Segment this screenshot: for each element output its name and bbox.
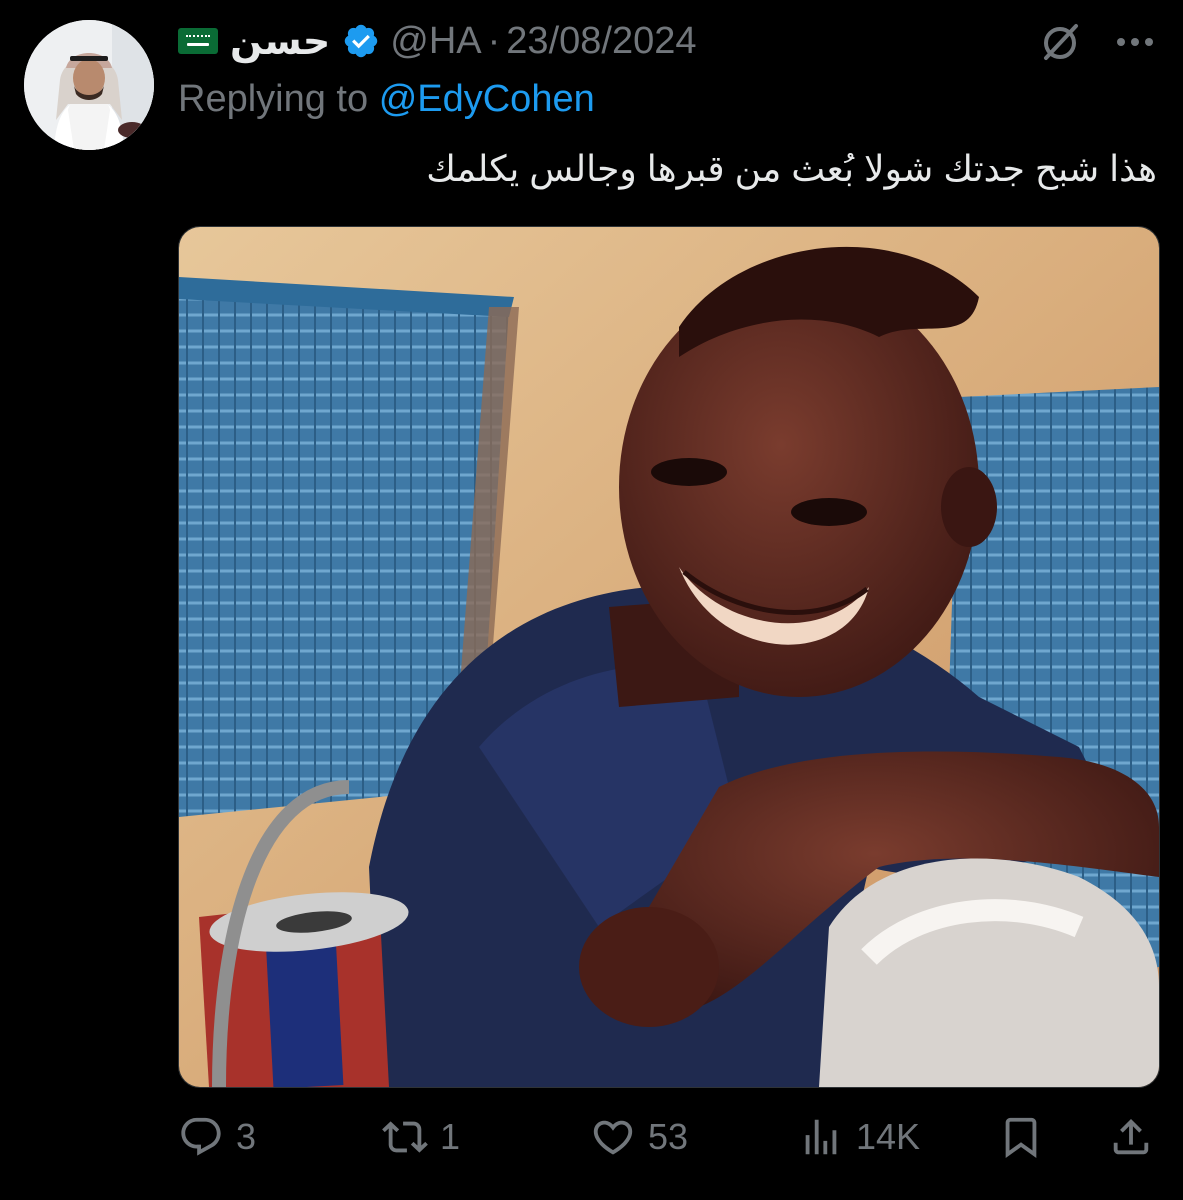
handle[interactable]: @HA xyxy=(390,20,481,63)
avatar-image xyxy=(24,20,154,150)
saudi-flag-icon xyxy=(178,28,218,54)
avatar[interactable] xyxy=(24,20,154,150)
tweet-action-bar: 3 1 53 14K xyxy=(178,1112,1158,1162)
display-name[interactable]: حسن xyxy=(230,19,330,64)
repost-button[interactable]: 1 xyxy=(382,1112,460,1162)
replying-to-link[interactable]: @EdyCohen xyxy=(379,78,595,120)
verified-badge-icon xyxy=(345,24,378,58)
bookmark-icon xyxy=(1005,1117,1037,1158)
replying-prefix: Replying to xyxy=(178,78,369,120)
views-button[interactable]: 14K xyxy=(798,1112,920,1162)
share-icon xyxy=(1113,1118,1149,1155)
reply-count: 3 xyxy=(236,1116,257,1157)
heart-icon xyxy=(593,1120,633,1155)
tweet-media-image[interactable] xyxy=(178,226,1160,1088)
views-count: 14K xyxy=(856,1116,921,1157)
more-icon[interactable] xyxy=(1110,22,1160,62)
tweet-date[interactable]: 23/08/2024 xyxy=(506,20,696,63)
tweet-text: هذا شبح جدتك شولا بُعث من قبرها وجالس يك… xyxy=(426,148,1157,189)
meme-photo xyxy=(179,227,1159,1087)
reply-icon xyxy=(181,1117,221,1156)
replying-to: Replying to @EdyCohen xyxy=(178,78,595,121)
repost-icon xyxy=(382,1121,428,1153)
like-button[interactable]: 53 xyxy=(590,1112,688,1162)
separator-dot: · xyxy=(487,19,501,62)
tweet-header: حسن @HA · 23/08/2024 xyxy=(178,18,696,64)
share-button[interactable] xyxy=(1108,1112,1154,1162)
views-chart-icon xyxy=(805,1119,837,1155)
bookmark-button[interactable] xyxy=(998,1112,1044,1162)
grok-icon[interactable] xyxy=(1038,20,1082,64)
repost-count: 1 xyxy=(440,1116,461,1157)
reply-button[interactable]: 3 xyxy=(178,1112,256,1162)
like-count: 53 xyxy=(648,1116,689,1157)
